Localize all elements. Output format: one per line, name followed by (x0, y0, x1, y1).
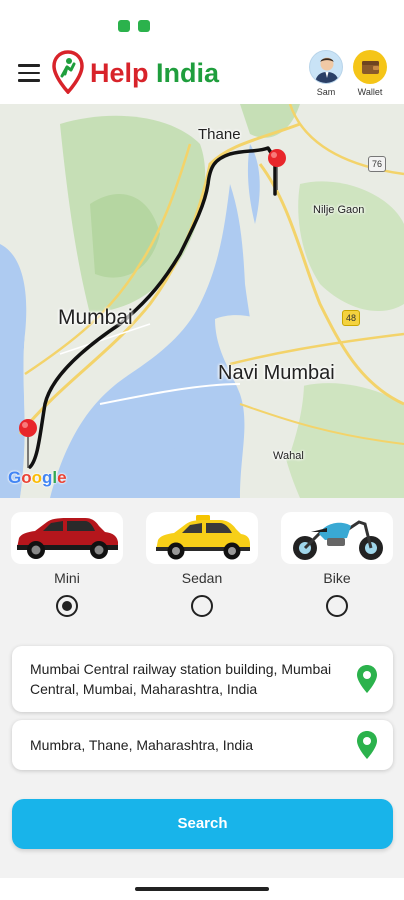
brand-help: Help (90, 58, 149, 88)
home-gesture-handle[interactable] (135, 887, 269, 891)
map-label-thane: Thane (198, 126, 241, 143)
vehicle-card[interactable] (146, 512, 258, 564)
notification-icon (118, 20, 130, 32)
vehicle-radio-sedan[interactable] (191, 595, 213, 617)
vehicle-radio-bike[interactable] (326, 595, 348, 617)
brand-india: India (156, 58, 220, 88)
search-button[interactable]: Search (12, 799, 393, 849)
wallet-icon (353, 50, 387, 84)
map-canvas (0, 104, 404, 498)
car-icon (17, 518, 118, 559)
vehicle-selector: Mini Sedan Bike (0, 498, 404, 628)
pickup-location-field[interactable]: Mumbai Central railway station building,… (12, 646, 393, 712)
google-logo: Google (8, 468, 67, 487)
pickup-address[interactable]: Mumbai Central railway station building,… (30, 659, 343, 699)
vehicle-name: Sedan (181, 570, 223, 586)
app-header: Help India Sam Wallet (0, 40, 404, 104)
avatar (309, 50, 343, 84)
profile-label: Sam (316, 87, 336, 97)
vehicle-option-mini[interactable]: Mini (9, 512, 125, 617)
highway-shield-76: 76 (368, 156, 386, 172)
logo-pin-icon (52, 50, 84, 94)
destination-address[interactable]: Mumbra, Thane, Maharashtra, India (30, 735, 343, 755)
status-bar (0, 0, 404, 40)
vehicle-option-sedan[interactable]: Sedan (144, 512, 260, 617)
map-label-nilje-gaon: Nilje Gaon (313, 204, 365, 216)
wallet-label: Wallet (357, 87, 383, 97)
location-pin-icon[interactable] (355, 730, 379, 760)
vehicle-card[interactable] (281, 512, 393, 564)
map-label-wahal: Wahal (273, 450, 304, 462)
vehicle-radio-mini[interactable] (56, 595, 78, 617)
profile-button[interactable]: Sam (308, 50, 344, 97)
hamburger-menu-icon[interactable] (18, 64, 40, 82)
route-map[interactable]: Thane Nilje Gaon Mumbai Navi Mumbai Waha… (0, 104, 404, 498)
taxi-icon (156, 515, 250, 560)
motorbike-icon (293, 520, 383, 560)
map-label-mumbai: Mumbai (58, 306, 133, 329)
destination-location-field[interactable]: Mumbra, Thane, Maharashtra, India (12, 720, 393, 770)
vehicle-option-bike[interactable]: Bike (279, 512, 395, 617)
vehicle-name: Mini (54, 570, 80, 586)
vehicle-card[interactable] (11, 512, 123, 564)
message-icon (138, 20, 150, 32)
wallet-button[interactable]: Wallet (352, 50, 388, 97)
user-avatar-icon (315, 57, 339, 83)
map-label-navi-mumbai: Navi Mumbai (218, 362, 335, 384)
system-navigation-bar (0, 878, 404, 900)
location-pin-icon[interactable] (355, 664, 379, 694)
vehicle-name: Bike (323, 570, 351, 586)
app-brand-title: Help India (90, 58, 219, 89)
highway-shield-48: 48 (342, 310, 360, 326)
